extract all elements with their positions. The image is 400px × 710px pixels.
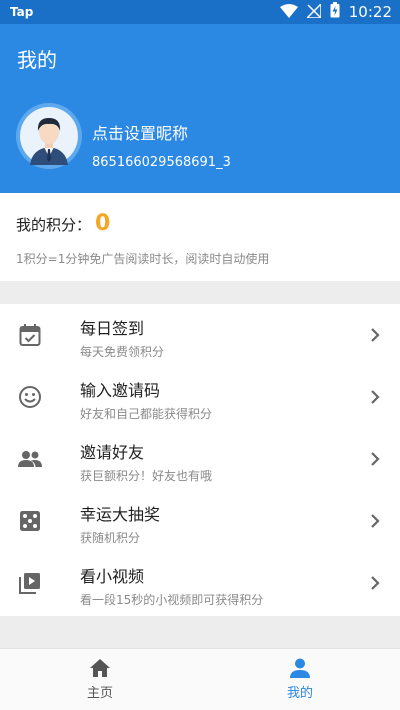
chevron-right-icon [371, 390, 380, 404]
tab-label: 我的 [286, 686, 313, 701]
home-icon [90, 659, 110, 677]
avatar-person-icon [20, 107, 78, 165]
status-icons: 10:22 [279, 1, 392, 22]
menu-item-subtitle: 获随机积分 [80, 531, 141, 545]
menu-item-texts: 看小视频 看一段15秒的小视频即可获得积分 [80, 563, 263, 608]
tab-label: 主页 [86, 686, 113, 701]
tab-mine[interactable]: 我的 [200, 649, 400, 710]
status-time: 10:22 [348, 3, 392, 21]
group-icon [17, 446, 43, 472]
points-card: 我的积分： 0 1积分=1分钟免广告阅读时长，阅读时自动使用 [0, 193, 400, 281]
avatar[interactable] [16, 103, 82, 169]
calendar-check-icon [17, 322, 43, 348]
chevron-right-icon [371, 328, 380, 342]
menu-item-texts: 幸运大抽奖 获随机积分 [80, 501, 160, 546]
menu-item-title: 邀请好友 [80, 443, 145, 462]
status-bar: Tap 10:22 [0, 0, 400, 24]
wifi-icon [279, 3, 298, 22]
menu-item-lucky-draw[interactable]: 幸运大抽奖 获随机积分 [0, 490, 400, 552]
smiley-icon [17, 384, 43, 410]
no-signal-icon [304, 1, 322, 22]
menu-item-texts: 邀请好友 获巨额积分！好友也有哦 [80, 439, 212, 484]
points-label: 我的积分： [16, 216, 92, 234]
menu-item-title: 幸运大抽奖 [80, 505, 161, 524]
menu-item-subtitle: 每天免费领积分 [80, 345, 165, 359]
menu-item-subtitle: 好友和自己都能获得积分 [80, 407, 213, 421]
menu-item-daily-checkin[interactable]: 每日签到 每天免费领积分 [0, 304, 400, 366]
person-icon [290, 658, 310, 678]
bottom-nav: 主页 我的 [0, 648, 400, 710]
menu-item-title: 每日签到 [80, 319, 145, 338]
tab-home[interactable]: 主页 [0, 649, 200, 710]
profile-header: 我的 点击设置昵称 865166029568691_3 [0, 24, 400, 193]
chevron-right-icon [371, 514, 380, 528]
nickname-link[interactable]: 点击设置昵称 [92, 120, 188, 144]
menu-item-invite-friends[interactable]: 邀请好友 获巨额积分！好友也有哦 [0, 428, 400, 490]
chevron-right-icon [371, 576, 380, 590]
menu-item-texts: 每日签到 每天免费领积分 [80, 315, 164, 360]
menu-list: 每日签到 每天免费领积分 输入邀请码 好友和自己都能获得积分 邀请好友 获巨额积… [0, 304, 400, 616]
battery-charging-icon [330, 2, 340, 22]
user-id: 865166029568691_3 [92, 155, 231, 170]
points-description: 1积分=1分钟免广告阅读时长，阅读时自动使用 [16, 252, 270, 266]
menu-item-subtitle: 看一段15秒的小视频即可获得积分 [80, 593, 264, 607]
status-app-label: Tap [10, 5, 34, 19]
menu-item-invite-code[interactable]: 输入邀请码 好友和自己都能获得积分 [0, 366, 400, 428]
video-library-icon [17, 570, 43, 596]
points-value: 0 [95, 211, 111, 236]
menu-item-subtitle: 获巨额积分！好友也有哦 [80, 469, 213, 483]
points-row: 我的积分： 0 [16, 211, 110, 236]
chevron-right-icon [371, 452, 380, 466]
dice-icon [17, 508, 43, 534]
page-title: 我的 [17, 48, 57, 72]
menu-item-texts: 输入邀请码 好友和自己都能获得积分 [80, 377, 212, 422]
menu-item-title: 输入邀请码 [80, 381, 161, 400]
menu-item-short-video[interactable]: 看小视频 看一段15秒的小视频即可获得积分 [0, 552, 400, 614]
menu-item-title: 看小视频 [80, 567, 145, 586]
